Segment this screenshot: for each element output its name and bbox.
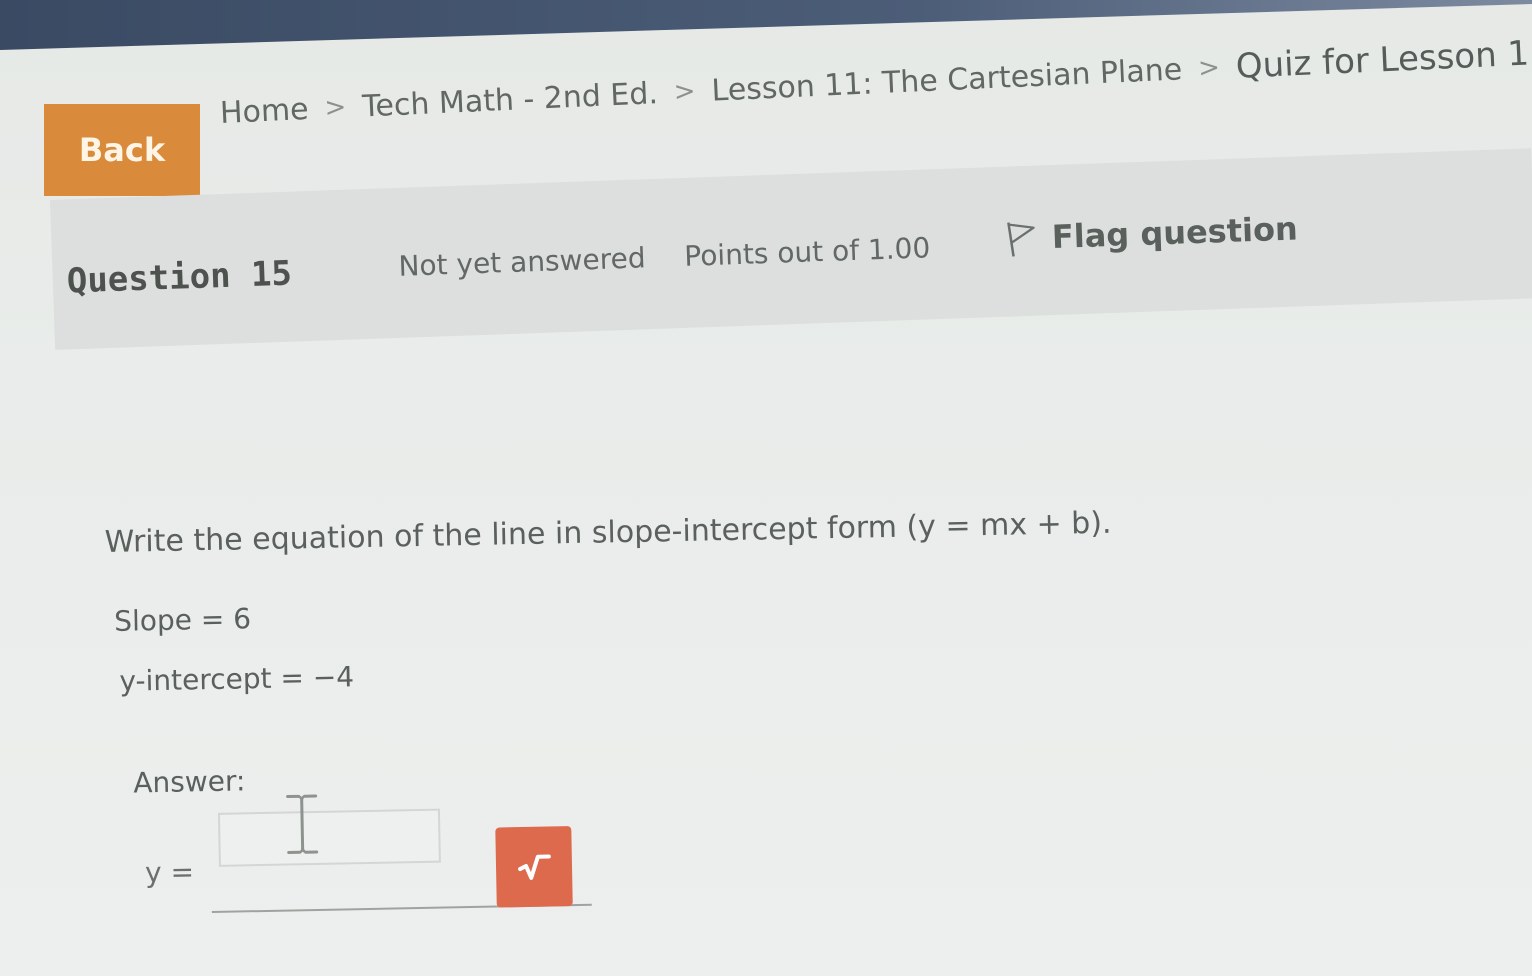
back-button[interactable]: Back (44, 104, 200, 196)
insert-square-root-button[interactable] (495, 826, 573, 908)
given-slope: Slope = 6 (113, 602, 252, 638)
question-number: Question 15 (66, 253, 293, 302)
breadcrumb-separator: > (673, 76, 697, 108)
question-prompt: Write the equation of the line in slope-… (104, 505, 1112, 560)
breadcrumb-separator: > (1197, 52, 1221, 84)
question-status: Not yet answered (397, 241, 647, 283)
breadcrumb-lesson[interactable]: Lesson 11: The Cartesian Plane (711, 52, 1183, 108)
breadcrumb-home[interactable]: Home (219, 91, 309, 130)
flag-question-button[interactable]: Flag question (1003, 208, 1298, 258)
answer-input[interactable] (217, 808, 441, 867)
flag-outline-icon (1007, 222, 1035, 257)
breadcrumb-separator: > (323, 92, 347, 124)
quiz-page: Back Home > Tech Math - 2nd Ed. > Lesson… (0, 0, 1532, 976)
answer-label: Answer: (133, 764, 246, 800)
given-y-intercept: y-intercept = −4 (119, 660, 355, 698)
question-content: Write the equation of the line in slope-… (104, 480, 1413, 965)
question-info-bar: Question 15 Not yet answered Points out … (50, 148, 1532, 350)
breadcrumb-quiz[interactable]: Quiz for Lesson 11 (1235, 33, 1532, 87)
square-root-icon (518, 854, 551, 880)
text-cursor-icon (286, 794, 319, 855)
answer-prefix: y = (144, 855, 195, 890)
breadcrumb-course[interactable]: Tech Math - 2nd Ed. (361, 76, 658, 124)
question-points: Points out of 1.00 (683, 231, 931, 273)
flag-question-label: Flag question (1051, 209, 1299, 257)
